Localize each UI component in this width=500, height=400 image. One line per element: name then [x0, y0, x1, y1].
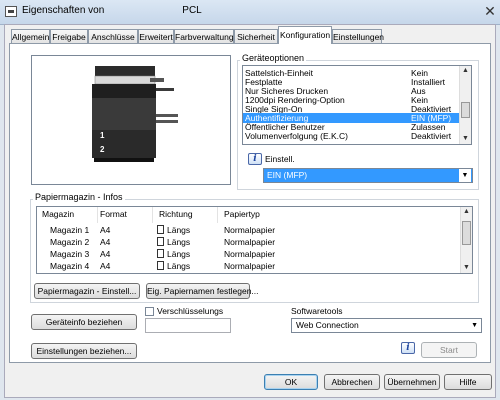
- direction-cell: Längs: [167, 261, 191, 271]
- fetch-settings-button[interactable]: Einstellungen beziehen...: [31, 343, 137, 359]
- document-icon: [157, 225, 164, 234]
- device-options-list[interactable]: Sattelstich-Einheit Kein Festplatte Instal…: [242, 65, 472, 145]
- scroll-thumb[interactable]: [462, 221, 471, 245]
- cancel-button[interactable]: Abbrechen: [324, 374, 380, 390]
- format-cell: A4: [100, 237, 111, 247]
- tray-number-1: 1: [100, 131, 105, 140]
- format-cell: A4: [100, 261, 111, 271]
- device-options-label: Geräteoptionen: [240, 53, 307, 63]
- format-cell: A4: [100, 249, 111, 259]
- device-info-button[interactable]: Geräteinfo beziehen: [31, 314, 137, 330]
- chevron-down-icon[interactable]: ▼: [471, 319, 478, 332]
- chevron-down-icon[interactable]: ▼: [459, 169, 471, 182]
- setting-dropdown[interactable]: EIN (MFP) ▼: [263, 168, 473, 183]
- info-icon[interactable]: i: [248, 153, 262, 165]
- software-tools-value: Web Connection: [296, 320, 359, 330]
- printer-icon: [5, 6, 17, 17]
- tray-number-2: 2: [100, 145, 105, 154]
- info-icon[interactable]: i: [401, 342, 415, 354]
- tab-freigabe[interactable]: Freigabe: [50, 29, 88, 43]
- encryption-label: Verschlüsselungs: [157, 306, 224, 316]
- device-options-scrollbar[interactable]: ▲ ▼: [459, 66, 471, 144]
- software-tools-dropdown[interactable]: Web Connection ▼: [291, 318, 482, 333]
- ok-button[interactable]: OK: [264, 374, 318, 390]
- tray-cell: Magazin 3: [50, 249, 90, 259]
- document-icon: [157, 249, 164, 258]
- setting-value: EIN (MFP): [267, 170, 308, 180]
- setting-label: Einstell.: [265, 154, 295, 164]
- start-button[interactable]: Start: [421, 342, 477, 358]
- close-icon[interactable]: ✕: [482, 3, 498, 19]
- paper-names-button[interactable]: Eig. Papiernamen festlegen...: [146, 283, 259, 299]
- tab-allgemein[interactable]: Allgemein: [11, 29, 50, 43]
- table-row[interactable]: Magazin 1 A4 Längs Normalpapier: [37, 224, 461, 236]
- tray-cell: Magazin 2: [50, 237, 90, 247]
- column-divider[interactable]: [97, 207, 98, 223]
- direction-cell: Längs: [167, 225, 191, 235]
- software-tools-label: Softwaretools: [291, 306, 343, 316]
- encryption-field[interactable]: [145, 318, 231, 333]
- scroll-down-icon[interactable]: ▼: [460, 134, 471, 144]
- apply-button[interactable]: Übernehmen: [384, 374, 440, 390]
- scroll-up-icon[interactable]: ▲: [460, 66, 471, 76]
- window-title: Eigenschaften von PCL: [22, 5, 202, 16]
- help-button[interactable]: Hilfe: [444, 374, 492, 390]
- tab-anschluesse[interactable]: Anschlüsse: [88, 29, 138, 43]
- title-bar: Eigenschaften von PCL ✕: [0, 0, 500, 25]
- printer-preview: 1 2: [31, 55, 231, 185]
- column-header[interactable]: Format: [100, 209, 127, 219]
- type-cell: Normalpapier: [224, 261, 276, 271]
- direction-cell: Längs: [167, 249, 191, 259]
- paper-tray-scrollbar[interactable]: ▲ ▼: [460, 207, 472, 273]
- encryption-checkbox[interactable]: [145, 307, 154, 316]
- document-icon: [157, 261, 164, 270]
- document-icon: [157, 237, 164, 246]
- paper-tray-label: Papiermagazin - Infos: [33, 192, 125, 202]
- tab-farbverwaltung[interactable]: Farbverwaltung: [174, 29, 234, 43]
- format-cell: A4: [100, 225, 111, 235]
- title-prefix: Eigenschaften von: [22, 5, 105, 16]
- column-divider[interactable]: [152, 207, 153, 223]
- type-cell: Normalpapier: [224, 225, 276, 235]
- direction-cell: Längs: [167, 237, 191, 247]
- column-divider[interactable]: [217, 207, 218, 223]
- type-cell: Normalpapier: [224, 249, 276, 259]
- paper-tray-settings-button[interactable]: Papiermagazin - Einstell...: [34, 283, 140, 299]
- column-header[interactable]: Papiertyp: [224, 209, 260, 219]
- tray-cell: Magazin 1: [50, 225, 90, 235]
- list-item[interactable]: Volumenverfolgung (E.K.C) Deaktiviert: [243, 131, 459, 141]
- tab-erweitert[interactable]: Erweitert: [138, 29, 174, 43]
- tab-sicherheit[interactable]: Sicherheit: [234, 29, 278, 43]
- tab-einstellungen[interactable]: Einstellungen: [332, 29, 384, 43]
- tray-cell: Magazin 4: [50, 261, 90, 271]
- scroll-thumb[interactable]: [461, 102, 470, 118]
- column-header[interactable]: Richtung: [159, 209, 193, 219]
- option-value: Deaktiviert: [411, 131, 452, 141]
- scroll-down-icon[interactable]: ▼: [461, 263, 472, 273]
- tab-konfiguration[interactable]: Konfiguration: [278, 26, 332, 44]
- option-name: Volumenverfolgung (E.K.C): [245, 131, 348, 141]
- paper-tray-table[interactable]: Magazin Format Richtung Papiertyp Magazi…: [36, 206, 473, 274]
- type-cell: Normalpapier: [224, 237, 276, 247]
- column-header[interactable]: Magazin: [42, 209, 74, 219]
- table-row[interactable]: Magazin 2 A4 Längs Normalpapier: [37, 236, 461, 248]
- printer-illustration-icon: [92, 66, 178, 162]
- table-row[interactable]: Magazin 4 A4 Längs Normalpapier: [37, 260, 461, 272]
- table-row[interactable]: Magazin 3 A4 Längs Normalpapier: [37, 248, 461, 260]
- scroll-up-icon[interactable]: ▲: [461, 207, 472, 217]
- title-suffix: PCL: [182, 5, 202, 16]
